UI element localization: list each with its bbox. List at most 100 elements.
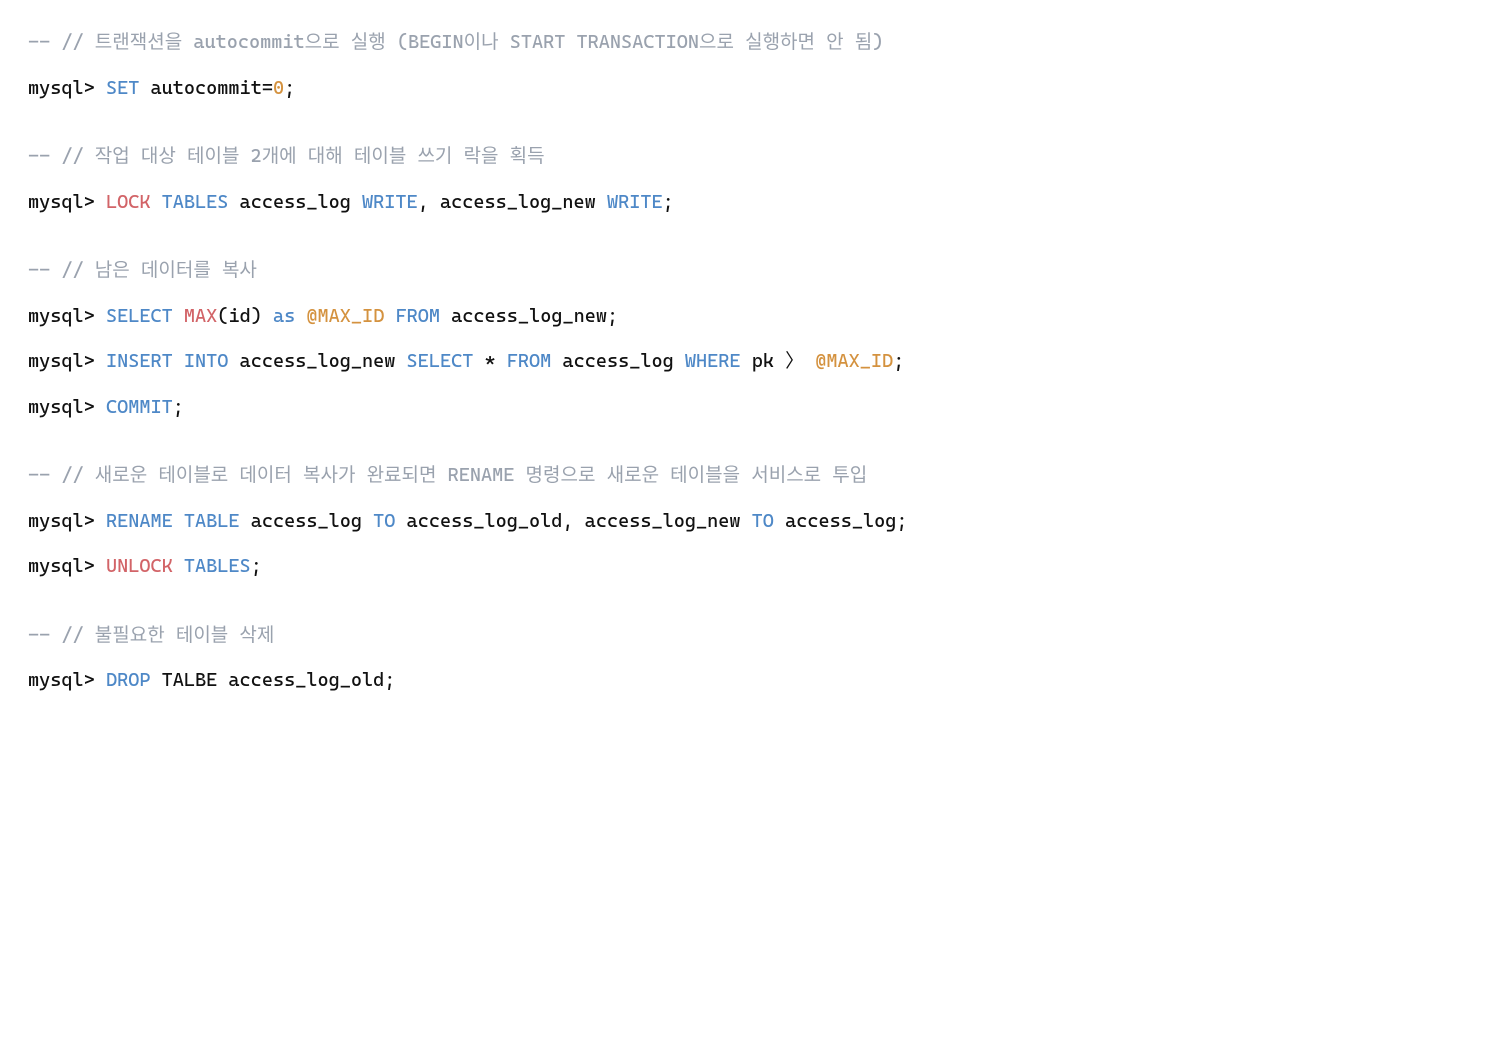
token-text xyxy=(150,191,161,213)
token-text xyxy=(295,305,306,327)
comment-line: -- // 새로운 테이블로 데이터 복사가 완료되면 RENAME 명령으로 … xyxy=(28,453,1472,499)
token-text: , access_log_new xyxy=(418,191,607,213)
token-text xyxy=(95,305,106,327)
token-op: > xyxy=(84,396,95,418)
token-op: * xyxy=(484,350,495,372)
token-kw: TABLES xyxy=(184,555,251,577)
comment-text: -- // 불필요한 테이블 삭제 xyxy=(28,624,274,646)
code-line: mysql> SET autocommit=0; xyxy=(28,66,1472,112)
token-kw-red: MAX xyxy=(184,305,217,327)
token-kw: DROP xyxy=(106,669,151,691)
token-kw: WHERE xyxy=(685,350,741,372)
token-ident-var: @MAX_ID xyxy=(815,350,893,372)
blank-line xyxy=(28,111,1472,134)
token-text: TALBE access_log_old; xyxy=(150,669,395,691)
token-text xyxy=(804,350,815,372)
token-text xyxy=(173,510,184,532)
token-kw: SET xyxy=(106,77,139,99)
comment-line: -- // 작업 대상 테이블 2개에 대해 테이블 쓰기 락을 획득 xyxy=(28,134,1472,180)
token-op-gt: 〉 xyxy=(785,350,804,372)
token-op: > xyxy=(84,305,95,327)
token-text: access_log_new xyxy=(228,350,406,372)
token-ident-var: @MAX_ID xyxy=(306,305,384,327)
token-paren: ( xyxy=(217,305,228,327)
token-kw: TO xyxy=(373,510,395,532)
token-kw: SELECT xyxy=(106,305,173,327)
token-text: access_log_old, access_log_new xyxy=(395,510,751,532)
token-kw: WRITE xyxy=(607,191,663,213)
comment-line: -- // 남은 데이터를 복사 xyxy=(28,248,1472,294)
token-text xyxy=(173,305,184,327)
token-kw: FROM xyxy=(395,305,440,327)
token-text: access_log_new; xyxy=(440,305,618,327)
token-text: ; xyxy=(893,350,904,372)
token-text: ; xyxy=(663,191,674,213)
code-line: mysql> DROP TALBE access_log_old; xyxy=(28,658,1472,704)
token-text xyxy=(496,350,507,372)
token-kw-red: LOCK xyxy=(106,191,151,213)
code-block: -- // 트랜잭션을 autocommit으로 실행 (BEGIN이나 STA… xyxy=(28,20,1472,704)
token-op: > xyxy=(84,191,95,213)
token-text: access_log xyxy=(228,191,362,213)
token-text xyxy=(95,191,106,213)
code-line: mysql> INSERT INTO access_log_new SELECT… xyxy=(28,339,1472,385)
token-paren: ) xyxy=(251,305,262,327)
comment-line: -- // 불필요한 테이블 삭제 xyxy=(28,613,1472,659)
code-line: mysql> RENAME TABLE access_log TO access… xyxy=(28,499,1472,545)
token-prompt: mysql xyxy=(28,350,84,372)
blank-line xyxy=(28,225,1472,248)
token-text: ; xyxy=(284,77,295,99)
code-line: mysql> UNLOCK TABLES; xyxy=(28,544,1472,590)
token-text: pk xyxy=(741,350,786,372)
token-kw: TABLES xyxy=(162,191,229,213)
blank-line xyxy=(28,590,1472,613)
token-kw: TABLE xyxy=(184,510,240,532)
token-kw: as xyxy=(273,305,295,327)
code-line: mysql> LOCK TABLES access_log WRITE, acc… xyxy=(28,180,1472,226)
token-text xyxy=(95,669,106,691)
token-prompt: mysql xyxy=(28,305,84,327)
code-line: mysql> COMMIT; xyxy=(28,385,1472,431)
token-prompt: mysql xyxy=(28,510,84,532)
token-text xyxy=(95,77,106,99)
token-text xyxy=(262,305,273,327)
token-text xyxy=(384,305,395,327)
token-text xyxy=(95,350,106,372)
token-prompt: mysql xyxy=(28,191,84,213)
comment-line: -- // 트랜잭션을 autocommit으로 실행 (BEGIN이나 STA… xyxy=(28,20,1472,66)
token-kw: RENAME xyxy=(106,510,173,532)
token-op: > xyxy=(84,350,95,372)
token-op: > xyxy=(84,669,95,691)
token-kw: INTO xyxy=(184,350,229,372)
token-kw-red: UNLOCK xyxy=(106,555,173,577)
token-kw: COMMIT xyxy=(106,396,173,418)
token-text xyxy=(173,350,184,372)
token-ident-var: 0 xyxy=(273,77,284,99)
token-prompt: mysql xyxy=(28,555,84,577)
token-text: access_log xyxy=(551,350,685,372)
comment-text: -- // 작업 대상 테이블 2개에 대해 테이블 쓰기 락을 획득 xyxy=(28,145,545,167)
token-text xyxy=(95,396,106,418)
token-kw: INSERT xyxy=(106,350,173,372)
token-text xyxy=(473,350,484,372)
token-op: > xyxy=(84,510,95,532)
token-kw: WRITE xyxy=(362,191,418,213)
comment-text: -- // 남은 데이터를 복사 xyxy=(28,259,257,281)
token-prompt: mysql xyxy=(28,669,84,691)
token-text: access_log; xyxy=(774,510,908,532)
token-text: autocommit xyxy=(139,77,261,99)
token-text: ; xyxy=(173,396,184,418)
comment-text: -- // 트랜잭션을 autocommit으로 실행 (BEGIN이나 STA… xyxy=(28,31,883,53)
token-prompt: mysql xyxy=(28,396,84,418)
token-text: access_log xyxy=(240,510,374,532)
token-text: ; xyxy=(251,555,262,577)
token-kw: TO xyxy=(752,510,774,532)
token-text xyxy=(173,555,184,577)
token-kw: SELECT xyxy=(407,350,474,372)
token-prompt: mysql xyxy=(28,77,84,99)
token-op: > xyxy=(84,555,95,577)
token-text xyxy=(95,555,106,577)
comment-text: -- // 새로운 테이블로 데이터 복사가 완료되면 RENAME 명령으로 … xyxy=(28,464,867,486)
token-op: > xyxy=(84,77,95,99)
token-text xyxy=(95,510,106,532)
